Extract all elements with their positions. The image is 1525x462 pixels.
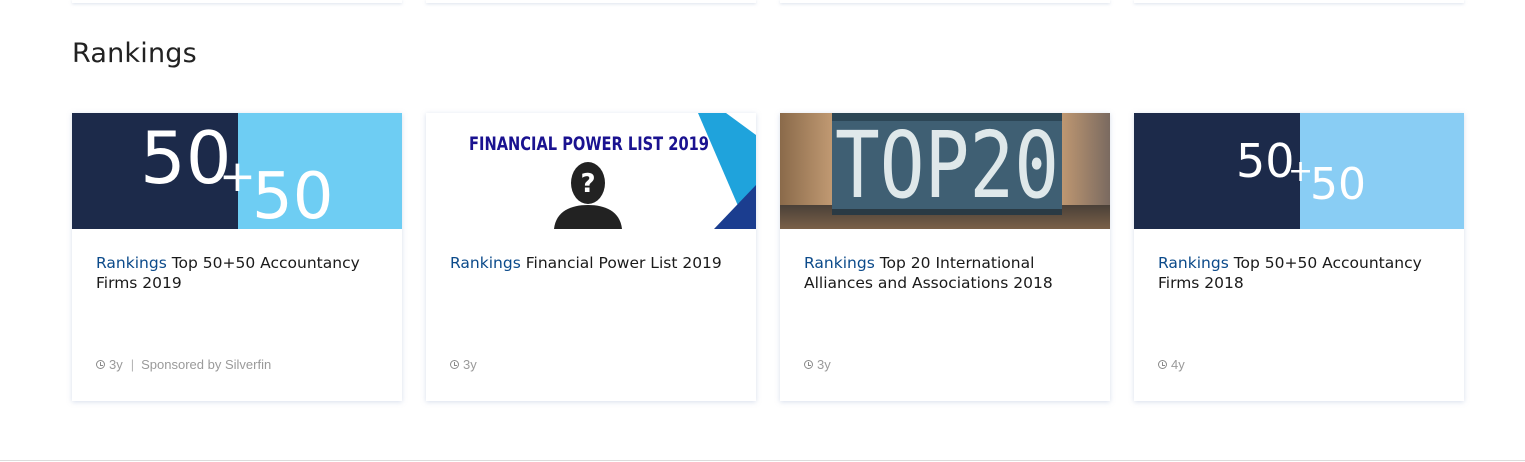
category-link[interactable]: Rankings <box>1158 254 1229 272</box>
financial-power-list-image: FINANCIAL POWER LIST 2019 ? <box>426 113 756 229</box>
card-thumbnail[interactable]: TOP20 20 <box>780 113 1110 229</box>
category-link[interactable]: Rankings <box>96 254 167 272</box>
clock-icon <box>804 360 813 369</box>
clock-icon <box>96 360 105 369</box>
card-meta: 4y <box>1158 357 1185 372</box>
article-card[interactable]: 50 + 50 Rankings Top 50+50 Accountancy F… <box>1134 113 1464 401</box>
card-age: 3y <box>109 357 123 372</box>
fifty-plus-fifty-image: 50 + 50 <box>72 113 402 229</box>
category-link[interactable]: Rankings <box>450 254 521 272</box>
category-link[interactable]: Rankings <box>804 254 875 272</box>
card-title[interactable]: Rankings Top 50+50 Accountancy Firms 201… <box>1158 253 1444 293</box>
card-meta: 3y | Sponsored by Silverfin <box>96 357 271 372</box>
clock-icon <box>450 360 459 369</box>
section-title: Rankings <box>72 38 197 69</box>
article-card[interactable]: FINANCIAL POWER LIST 2019 ? Rankings Fin… <box>426 113 756 401</box>
fifty-plus-fifty-image: 50 + 50 <box>1134 113 1464 229</box>
previous-card-edge <box>426 0 756 3</box>
sponsor-text: Sponsored by Silverfin <box>141 357 272 372</box>
card-age: 3y <box>463 357 477 372</box>
svg-text:?: ? <box>580 169 595 199</box>
card-title[interactable]: Rankings Financial Power List 2019 <box>450 253 736 273</box>
previous-card-edge <box>780 0 1110 3</box>
card-age: 3y <box>817 357 831 372</box>
card-meta: 3y <box>804 357 831 372</box>
card-age: 4y <box>1171 357 1185 372</box>
section-divider <box>0 460 1525 461</box>
card-title[interactable]: Rankings Top 20 International Alliances … <box>804 253 1090 293</box>
top-20-image: TOP20 20 <box>780 113 1110 229</box>
svg-text:50: 50 <box>140 116 232 200</box>
clock-icon <box>1158 360 1167 369</box>
article-card[interactable]: TOP20 20 Rankings Top 20 International A… <box>780 113 1110 401</box>
previous-card-edge <box>72 0 402 3</box>
card-headline[interactable]: Financial Power List 2019 <box>526 254 722 272</box>
article-card[interactable]: 50 + 50 Rankings Top 50+50 Accountancy F… <box>72 113 402 401</box>
card-thumbnail[interactable]: 50 + 50 <box>1134 113 1464 229</box>
previous-card-edge <box>1134 0 1464 3</box>
svg-text:50: 50 <box>252 160 333 229</box>
card-title[interactable]: Rankings Top 50+50 Accountancy Firms 201… <box>96 253 382 293</box>
card-meta: 3y <box>450 357 477 372</box>
svg-text:FINANCIAL POWER LIST 2019: FINANCIAL POWER LIST 2019 <box>469 133 709 155</box>
card-thumbnail[interactable]: 50 + 50 <box>72 113 402 229</box>
svg-text:50: 50 <box>1310 159 1366 210</box>
meta-separator: | <box>130 357 135 372</box>
svg-text:+: + <box>219 151 256 202</box>
card-thumbnail[interactable]: FINANCIAL POWER LIST 2019 ? <box>426 113 756 229</box>
svg-text:50: 50 <box>1236 134 1295 188</box>
